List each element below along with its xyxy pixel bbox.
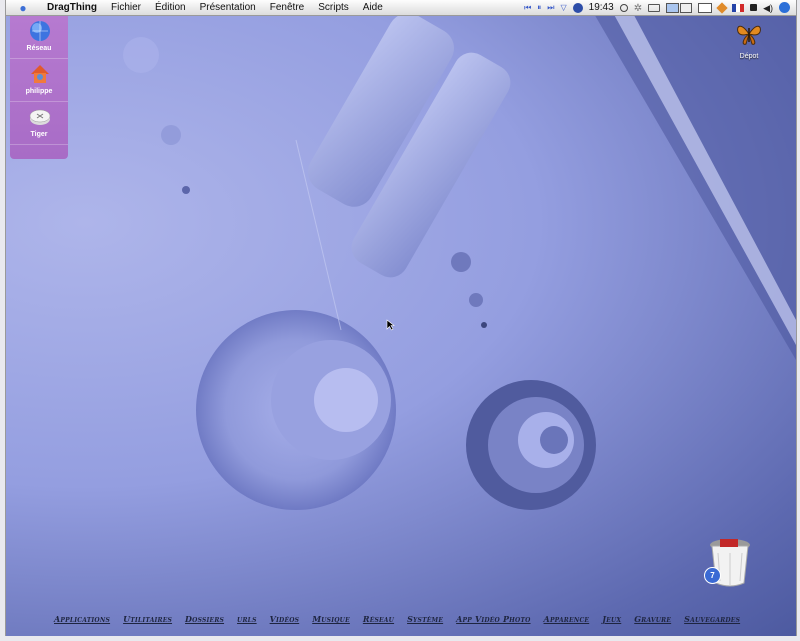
screen-icon[interactable] (666, 2, 693, 13)
dock-item-philippe[interactable]: philippe (10, 59, 68, 102)
lock-icon[interactable] (750, 4, 758, 11)
tab-jeux[interactable]: Jeux (602, 614, 621, 624)
gear-icon[interactable]: ✲ (634, 3, 642, 14)
window-icon[interactable] (698, 2, 713, 13)
tab-app-video-photo[interactable]: App Vidéo Photo (456, 614, 530, 624)
menu-fenetre[interactable]: Fenêtre (263, 0, 311, 15)
home-icon (31, 65, 49, 83)
dock-label: Tiger (30, 131, 48, 138)
menu-presentation[interactable]: Présentation (193, 0, 263, 15)
apple-menu-icon[interactable]: ● (16, 1, 30, 15)
tab-videos[interactable]: Vidéos (270, 614, 300, 624)
search-magnifier-icon[interactable] (619, 3, 628, 12)
dock-label: Réseau (26, 45, 52, 52)
menu-extras: ⏮ ⏸ ⏭ ▽ 19:43 ✲ ◀) (524, 0, 790, 15)
depot-icon[interactable]: Dépot (729, 20, 769, 60)
menu-app-name[interactable]: DragThing (40, 0, 104, 15)
tab-applications[interactable]: Applications (54, 614, 110, 624)
depot-label: Dépot (739, 53, 759, 60)
tab-utilitaires[interactable]: Utilitaires (123, 614, 172, 624)
dock-label: philippe (25, 88, 53, 95)
menu-aide[interactable]: Aide (356, 0, 390, 15)
globe-icon[interactable] (572, 2, 583, 13)
dragthing-tabs: Applications Utilitaires Dossiers urls V… (54, 614, 740, 624)
menu-scripts[interactable]: Scripts (311, 0, 356, 15)
desktop[interactable]: ● DragThing Fichier Édition Présentation… (5, 0, 797, 636)
tab-gravure[interactable]: Gravure (634, 614, 671, 624)
forward-icon[interactable]: ⏭ (547, 3, 554, 13)
tab-musique[interactable]: Musique (312, 614, 350, 624)
butterfly-icon (737, 25, 761, 45)
dock-item-tiger[interactable]: Tiger (10, 102, 68, 145)
tab-apparence[interactable]: Apparence (544, 614, 590, 624)
tab-urls[interactable]: urls (237, 614, 257, 624)
eject-icon[interactable]: ▽ (561, 3, 567, 13)
flag-icon[interactable] (732, 3, 745, 12)
tab-sauvegardes[interactable]: Sauvegardes (684, 614, 740, 624)
dragthing-dock: Réseau philippe Tiger (10, 16, 68, 159)
menu-clock[interactable]: 19:43 (589, 2, 614, 13)
spotlight-icon[interactable] (779, 2, 790, 13)
tab-reseau[interactable]: Réseau (363, 614, 394, 624)
dock-item-reseau[interactable]: Réseau (10, 16, 68, 59)
menu-edition[interactable]: Édition (148, 0, 193, 15)
trash-icon[interactable]: 7 (704, 535, 754, 590)
tab-dossiers[interactable]: Dossiers (185, 614, 224, 624)
network-globe-icon (30, 21, 50, 41)
trash-badge: 7 (704, 567, 721, 584)
volume-icon[interactable]: ◀) (763, 3, 773, 13)
rewind-icon[interactable]: ⏮ (524, 3, 531, 13)
disk-icon (29, 109, 51, 125)
mouse-pointer-icon (386, 319, 395, 331)
menu-fichier[interactable]: Fichier (104, 0, 148, 15)
pause-icon[interactable]: ⏸ (537, 3, 541, 13)
tab-systeme[interactable]: Système (407, 614, 443, 624)
drive-icon[interactable] (716, 1, 728, 14)
desktop-wallpaper-art (123, 0, 796, 510)
battery-icon[interactable] (648, 3, 661, 12)
menu-bar: ● DragThing Fichier Édition Présentation… (6, 0, 796, 16)
